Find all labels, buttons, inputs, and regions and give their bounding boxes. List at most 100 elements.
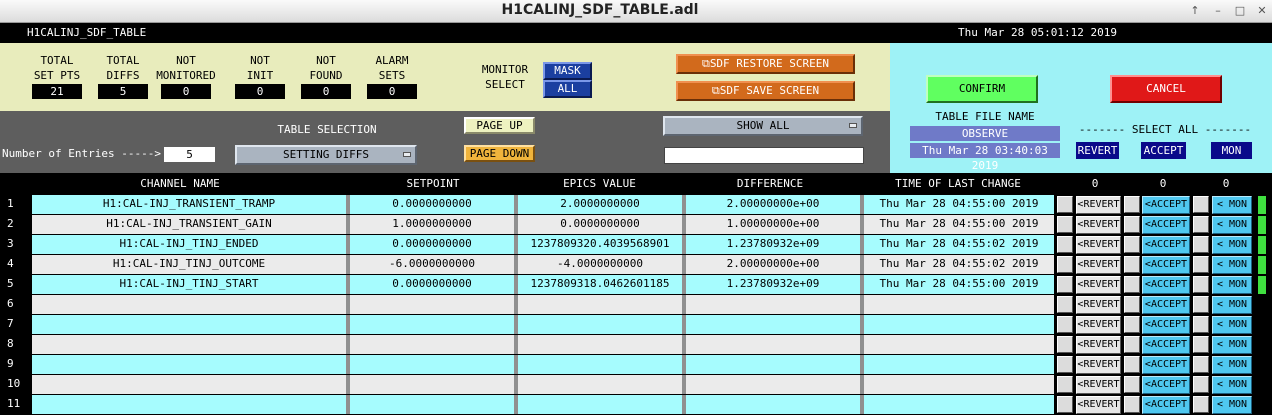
mon-checkbox[interactable]: [1193, 336, 1209, 353]
accept-checkbox[interactable]: [1124, 356, 1140, 373]
accept-checkbox[interactable]: [1124, 216, 1140, 233]
difference-cell: [686, 375, 860, 394]
mon-button[interactable]: < MON: [1212, 276, 1252, 294]
mask-button[interactable]: MASK: [543, 62, 592, 80]
revert-button[interactable]: <REVERT: [1076, 196, 1121, 214]
sdf-save-screen-button[interactable]: ⧉SDF SAVE SCREEN: [676, 81, 855, 101]
table-file-name: OBSERVE: [910, 126, 1060, 141]
mon-button[interactable]: < MON: [1212, 376, 1252, 394]
difference-cell: [686, 355, 860, 374]
all-button[interactable]: ALL: [543, 80, 592, 98]
revert-checkbox[interactable]: [1057, 236, 1073, 253]
accept-button[interactable]: <ACCEPT: [1142, 316, 1190, 334]
page-up-button[interactable]: PAGE UP: [464, 117, 535, 134]
revert-checkbox[interactable]: [1057, 336, 1073, 353]
revert-checkbox[interactable]: [1057, 296, 1073, 313]
mon-checkbox[interactable]: [1193, 276, 1209, 293]
accept-checkbox[interactable]: [1124, 296, 1140, 313]
screen-icon: ⧉: [711, 84, 720, 97]
accept-checkbox[interactable]: [1124, 336, 1140, 353]
accept-checkbox[interactable]: [1124, 196, 1140, 213]
window-maximize-button[interactable]: □: [1231, 2, 1249, 19]
mon-button[interactable]: < MON: [1212, 196, 1252, 214]
accept-button[interactable]: <ACCEPT: [1142, 256, 1190, 274]
window-raise-button[interactable]: ↑: [1186, 2, 1204, 19]
revert-checkbox[interactable]: [1057, 256, 1073, 273]
mon-checkbox[interactable]: [1193, 396, 1209, 413]
mon-checkbox[interactable]: [1193, 296, 1209, 313]
accept-checkbox[interactable]: [1124, 236, 1140, 253]
summary-label-line1: NOT: [316, 54, 336, 67]
mon-checkbox[interactable]: [1193, 216, 1209, 233]
revert-checkbox[interactable]: [1057, 196, 1073, 213]
show-all-dropdown[interactable]: SHOW ALL: [663, 116, 863, 136]
epics-value-cell: [518, 395, 682, 414]
accept-checkbox[interactable]: [1124, 376, 1140, 393]
row-number: 2: [7, 217, 14, 230]
revert-checkbox[interactable]: [1057, 356, 1073, 373]
accept-button[interactable]: <ACCEPT: [1142, 356, 1190, 374]
revert-checkbox[interactable]: [1057, 396, 1073, 413]
select-all-revert-button[interactable]: REVERT: [1076, 142, 1119, 159]
accept-button[interactable]: <ACCEPT: [1142, 236, 1190, 254]
difference-cell: [686, 295, 860, 314]
revert-button[interactable]: <REVERT: [1076, 316, 1121, 334]
select-all-accept-button[interactable]: ACCEPT: [1141, 142, 1186, 159]
revert-checkbox[interactable]: [1057, 316, 1073, 333]
mon-checkbox[interactable]: [1193, 256, 1209, 273]
revert-button[interactable]: <REVERT: [1076, 276, 1121, 294]
mon-checkbox[interactable]: [1193, 196, 1209, 213]
revert-button[interactable]: <REVERT: [1076, 236, 1121, 254]
filter-input[interactable]: [664, 147, 864, 164]
cancel-button[interactable]: CANCEL: [1110, 75, 1222, 103]
channel-name-cell: H1:CAL-INJ_TINJ_ENDED: [119, 237, 259, 250]
mon-button[interactable]: < MON: [1212, 336, 1252, 354]
mon-button[interactable]: < MON: [1212, 216, 1252, 234]
table-selection-dropdown[interactable]: SETTING DIFFS: [235, 145, 417, 165]
accept-button[interactable]: <ACCEPT: [1142, 376, 1190, 394]
accept-checkbox[interactable]: [1124, 396, 1140, 413]
accept-button[interactable]: <ACCEPT: [1142, 216, 1190, 234]
mon-checkbox[interactable]: [1193, 236, 1209, 253]
mon-checkbox[interactable]: [1193, 376, 1209, 393]
accept-button[interactable]: <ACCEPT: [1142, 276, 1190, 294]
mon-button[interactable]: < MON: [1212, 256, 1252, 274]
accept-checkbox[interactable]: [1124, 256, 1140, 273]
revert-button[interactable]: <REVERT: [1076, 336, 1121, 354]
accept-checkbox[interactable]: [1124, 276, 1140, 293]
revert-button[interactable]: <REVERT: [1076, 396, 1121, 414]
page-down-button[interactable]: PAGE DOWN: [464, 145, 535, 162]
accept-button[interactable]: <ACCEPT: [1142, 396, 1190, 414]
mon-button[interactable]: < MON: [1212, 296, 1252, 314]
revert-button[interactable]: <REVERT: [1076, 356, 1121, 374]
revert-button[interactable]: <REVERT: [1076, 376, 1121, 394]
revert-checkbox[interactable]: [1057, 216, 1073, 233]
setpoint-cell: [350, 335, 514, 354]
time-of-last-change-cell: Thu Mar 28 04:55:02 2019: [879, 257, 1039, 270]
mon-checkbox[interactable]: [1193, 356, 1209, 373]
revert-checkbox[interactable]: [1057, 276, 1073, 293]
select-all-mon-button[interactable]: MON: [1211, 142, 1252, 159]
confirm-button[interactable]: CONFIRM: [926, 75, 1038, 103]
mon-button[interactable]: < MON: [1212, 396, 1252, 414]
window-close-button[interactable]: ✕: [1253, 2, 1271, 19]
monitor-indicator: [1258, 216, 1266, 234]
revert-button[interactable]: <REVERT: [1076, 256, 1121, 274]
mon-button[interactable]: < MON: [1212, 236, 1252, 254]
accept-button[interactable]: <ACCEPT: [1142, 296, 1190, 314]
accept-count: 0: [1159, 177, 1167, 190]
accept-checkbox[interactable]: [1124, 316, 1140, 333]
mon-checkbox[interactable]: [1193, 316, 1209, 333]
setpoint-cell: 0.0000000000: [392, 237, 472, 250]
time-of-last-change-cell: [864, 295, 1054, 314]
mon-button[interactable]: < MON: [1212, 316, 1252, 334]
column-header-channel: CHANNEL NAME: [140, 177, 220, 190]
accept-button[interactable]: <ACCEPT: [1142, 196, 1190, 214]
mon-button[interactable]: < MON: [1212, 356, 1252, 374]
accept-button[interactable]: <ACCEPT: [1142, 336, 1190, 354]
revert-button[interactable]: <REVERT: [1076, 296, 1121, 314]
window-minimize-button[interactable]: –: [1209, 2, 1227, 19]
sdf-restore-screen-button[interactable]: ⧉SDF RESTORE SCREEN: [676, 54, 855, 74]
revert-checkbox[interactable]: [1057, 376, 1073, 393]
revert-button[interactable]: <REVERT: [1076, 216, 1121, 234]
